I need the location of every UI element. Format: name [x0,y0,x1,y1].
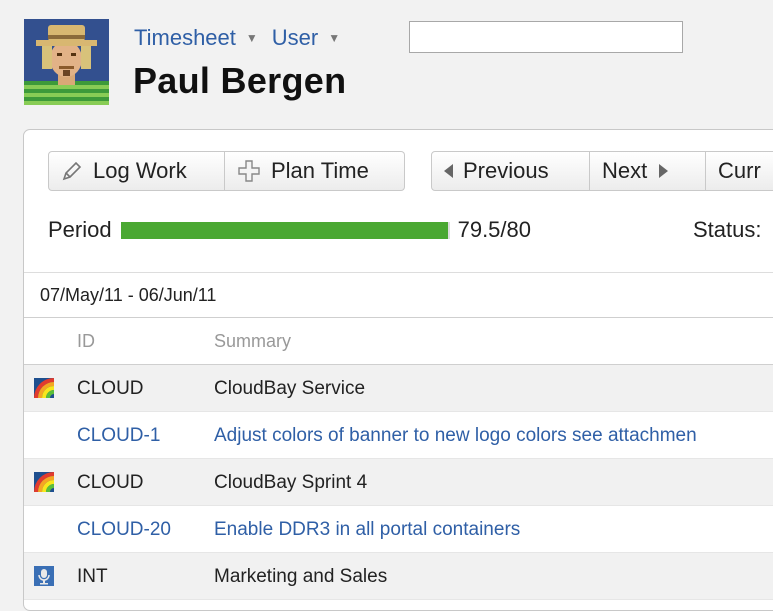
microphone-project-icon [34,566,54,586]
user-menu[interactable]: User ▼ [272,25,354,51]
project-row[interactable]: CLOUD CloudBay Service [24,365,773,412]
plus-icon [237,159,261,183]
period-value: 79.5/80 [457,217,531,242]
project-summary: CloudBay Service [214,378,366,399]
issue-summary-link[interactable]: Adjust colors of banner to new logo colo… [214,425,697,447]
issue-key-link[interactable]: CLOUD-1 [77,425,160,447]
next-label: Next [602,158,648,183]
period-progress-bar [120,221,450,239]
next-button[interactable]: Next [590,151,706,191]
page-title: Paul Bergen [133,60,347,101]
rainbow-project-icon [34,378,54,398]
chevron-down-icon: ▼ [245,31,258,45]
log-work-button[interactable]: Log Work [48,151,225,191]
project-row[interactable]: INT Marketing and Sales [24,553,773,600]
date-range: 07/May/11 - 06/Jun/11 [24,272,773,318]
project-summary: CloudBay Sprint 4 [214,472,368,493]
page-header: Timesheet ▼ User ▼ Paul Bergen [0,0,773,120]
plan-time-label: Plan Time [271,158,369,183]
issue-row[interactable]: CLOUD-1 Adjust colors of banner to new lo… [24,412,773,459]
period-row: Period 79.5/80 Status: [48,216,773,244]
plan-time-button[interactable]: Plan Time [225,151,405,191]
user-menu-label: User [271,25,319,50]
log-work-label: Log Work [93,158,187,183]
project-key: INT [77,566,108,587]
current-label: Curr [718,158,761,183]
user-avatar-icon [24,19,109,105]
project-row[interactable]: CLOUD CloudBay Sprint 4 [24,459,773,506]
status-label: Status: [693,217,762,242]
project-summary: Marketing and Sales [214,566,388,587]
current-button[interactable]: Curr [706,151,773,191]
user-search-input[interactable] [409,21,683,53]
issue-row[interactable]: CLOUD-20 Enable DDR3 in all portal contai… [24,506,773,553]
period-progress-fill [120,221,448,239]
rainbow-project-icon [34,472,54,492]
triangle-right-icon [659,164,669,178]
column-header-id[interactable]: ID [77,331,95,352]
chevron-down-icon: ▼ [328,31,341,45]
issue-summary-link[interactable]: Enable DDR3 in all portal containers [214,519,520,541]
timesheet-menu[interactable]: Timesheet ▼ [134,25,272,51]
issue-key-link[interactable]: CLOUD-20 [77,519,171,541]
triangle-left-icon [444,164,453,178]
project-key: CLOUD [77,378,144,399]
project-key: CLOUD [77,472,144,493]
table-header: ID Summary [24,318,773,365]
previous-button[interactable]: Previous [431,151,590,191]
header-nav: Timesheet ▼ User ▼ [134,24,354,52]
timesheet-menu-label: Timesheet [134,25,236,50]
column-header-summary[interactable]: Summary [214,331,291,352]
toolbar: Log Work Plan Time Previous Next Curr [48,151,773,191]
previous-label: Previous [463,158,549,183]
pencil-icon [61,160,83,182]
timesheet-panel: Log Work Plan Time Previous Next Curr Pe… [23,129,773,611]
avatar[interactable] [24,19,109,105]
period-label: Period [48,217,112,242]
